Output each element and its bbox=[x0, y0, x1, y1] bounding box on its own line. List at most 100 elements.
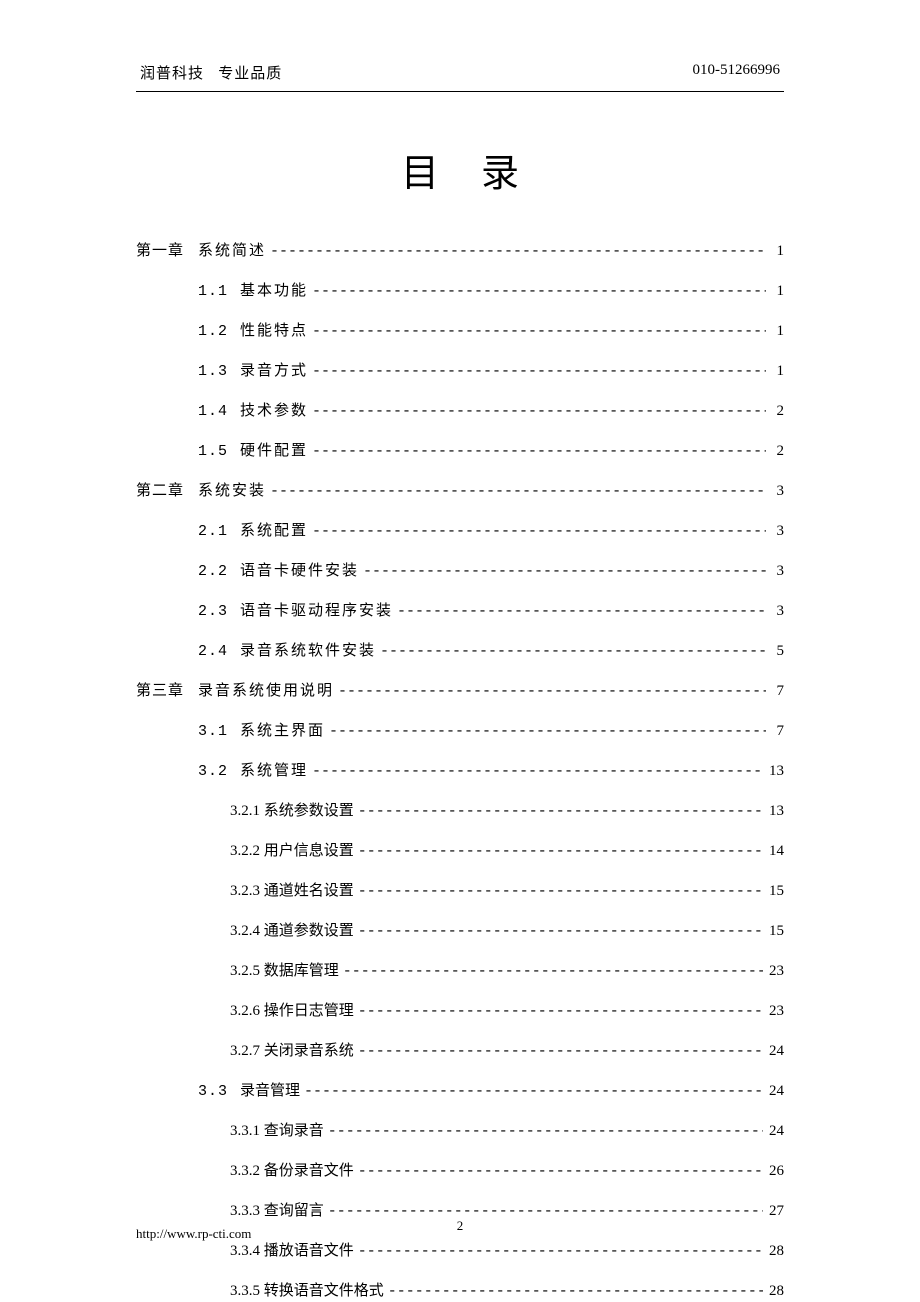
toc-leader bbox=[358, 883, 763, 900]
toc-leader bbox=[358, 1243, 763, 1260]
toc-entry: 3.2.3 通道姓名设置15 bbox=[136, 879, 784, 900]
toc-leader bbox=[328, 1123, 763, 1140]
toc-label: 3.3.2 备份录音文件 bbox=[230, 1159, 358, 1180]
toc-label: 录音方式 bbox=[240, 359, 312, 380]
toc-page: 3 bbox=[766, 563, 784, 580]
toc-entry: 3.2.6 操作日志管理23 bbox=[136, 999, 784, 1020]
toc-leader bbox=[312, 283, 766, 300]
toc-entry: 3.3录音管理24 bbox=[136, 1079, 784, 1100]
toc-entry: 3.2.5 数据库管理23 bbox=[136, 959, 784, 980]
toc-chapter: 第二章 bbox=[136, 479, 198, 500]
toc-label: 系统安装 bbox=[198, 479, 270, 500]
toc-number: 2.1 bbox=[198, 523, 240, 540]
toc-entry: 3.2.4 通道参数设置 15 bbox=[136, 919, 784, 940]
toc-label: 硬件配置 bbox=[240, 439, 312, 460]
toc-label: 3.3.3 查询留言 bbox=[230, 1199, 328, 1220]
toc-entry: 3.3.2 备份录音文件 26 bbox=[136, 1159, 784, 1180]
toc-number: 1.5 bbox=[198, 443, 240, 460]
toc-page: 13 bbox=[763, 763, 784, 780]
header-phone: 010-51266996 bbox=[693, 62, 781, 83]
toc-leader bbox=[380, 643, 766, 660]
toc-leader bbox=[312, 363, 766, 380]
toc-leader bbox=[270, 483, 766, 500]
toc-label: 语音卡硬件安装 bbox=[240, 559, 363, 580]
page-footer: 2 http://www.rp-cti.com bbox=[136, 1226, 784, 1242]
toc-page: 13 bbox=[763, 803, 784, 820]
toc-leader bbox=[358, 1163, 763, 1180]
toc-leader bbox=[358, 1043, 763, 1060]
toc-page: 28 bbox=[763, 1283, 784, 1300]
toc-page: 3 bbox=[766, 603, 784, 620]
toc-label: 基本功能 bbox=[240, 279, 312, 300]
toc-page: 26 bbox=[763, 1163, 784, 1180]
header-left: 润普科技 专业品质 bbox=[140, 62, 282, 83]
toc-entry: 1.3录音方式 1 bbox=[136, 359, 784, 380]
toc-leader bbox=[270, 243, 766, 260]
toc-leader bbox=[338, 683, 766, 700]
toc-number: 1.3 bbox=[198, 363, 240, 380]
company-slogan: 专业品质 bbox=[218, 66, 282, 82]
toc-leader bbox=[397, 603, 766, 620]
toc-page: 7 bbox=[766, 723, 784, 740]
toc-number: 3.2 bbox=[198, 763, 240, 780]
toc-page: 3 bbox=[766, 483, 784, 500]
toc-leader bbox=[312, 763, 763, 780]
toc-leader bbox=[358, 843, 763, 860]
toc-label: 录音系统软件安装 bbox=[240, 639, 380, 660]
toc-page: 28 bbox=[763, 1243, 784, 1260]
toc-label: 系统简述 bbox=[198, 239, 270, 260]
toc-page: 7 bbox=[766, 683, 784, 700]
footer-page-number: 2 bbox=[136, 1218, 784, 1234]
toc-label: 录音管理 bbox=[240, 1079, 304, 1100]
page-header: 润普科技 专业品质 010-51266996 bbox=[136, 62, 784, 92]
toc-leader bbox=[312, 443, 766, 460]
toc-entry: 3.1系统主界面7 bbox=[136, 719, 784, 740]
toc-label: 3.2.3 通道姓名设置 bbox=[230, 879, 358, 900]
toc-page: 14 bbox=[763, 843, 784, 860]
toc-label: 录音系统使用说明 bbox=[198, 679, 338, 700]
toc-page: 23 bbox=[763, 1003, 784, 1020]
toc-page: 1 bbox=[766, 363, 784, 380]
toc-chapter: 第三章 bbox=[136, 679, 198, 700]
toc-number: 3.3 bbox=[198, 1083, 240, 1100]
toc-entry: 3.3.4 播放语音文件 28 bbox=[136, 1239, 784, 1260]
toc-entry: 3.3.3 查询留言27 bbox=[136, 1199, 784, 1220]
toc-label: 3.2.7 关闭录音系统 bbox=[230, 1039, 358, 1060]
toc-entry: 1.5硬件配置 2 bbox=[136, 439, 784, 460]
toc-label: 3.2.4 通道参数设置 bbox=[230, 919, 358, 940]
toc-chapter: 第一章 bbox=[136, 239, 198, 260]
toc-entry: 3.3.5 转换语音文件格式28 bbox=[136, 1279, 784, 1300]
toc-page: 5 bbox=[766, 643, 784, 660]
toc-page: 2 bbox=[766, 443, 784, 460]
toc-number: 3.1 bbox=[198, 723, 240, 740]
toc-leader bbox=[358, 803, 763, 820]
toc-page: 1 bbox=[766, 323, 784, 340]
toc-entry: 3.2.1 系统参数设置 13 bbox=[136, 799, 784, 820]
toc-page: 23 bbox=[763, 963, 784, 980]
toc-page: 1 bbox=[766, 243, 784, 260]
toc-label: 3.3.1 查询录音 bbox=[230, 1119, 328, 1140]
toc-page: 15 bbox=[763, 923, 784, 940]
toc-label: 语音卡驱动程序安装 bbox=[240, 599, 397, 620]
toc-leader bbox=[304, 1083, 763, 1100]
toc-entry: 第二章系统安装 3 bbox=[136, 479, 784, 500]
toc-number: 2.3 bbox=[198, 603, 240, 620]
toc-leader bbox=[312, 323, 766, 340]
toc-page: 3 bbox=[766, 523, 784, 540]
toc-entry: 2.4录音系统软件安装5 bbox=[136, 639, 784, 660]
toc-number: 2.2 bbox=[198, 563, 240, 580]
toc-label: 3.2.1 系统参数设置 bbox=[230, 799, 358, 820]
toc-leader bbox=[358, 1003, 763, 1020]
toc-entry: 3.2系统管理13 bbox=[136, 759, 784, 780]
toc-page: 24 bbox=[763, 1043, 784, 1060]
toc-entry: 2.1系统配置 3 bbox=[136, 519, 784, 540]
toc-entry: 3.3.1 查询录音24 bbox=[136, 1119, 784, 1140]
toc-label: 3.3.4 播放语音文件 bbox=[230, 1239, 358, 1260]
toc-entry: 第一章系统简述 1 bbox=[136, 239, 784, 260]
toc-entry: 2.2语音卡硬件安装 3 bbox=[136, 559, 784, 580]
toc-leader bbox=[312, 523, 766, 540]
page-title: 目录 bbox=[136, 142, 784, 197]
toc-label: 性能特点 bbox=[240, 319, 312, 340]
toc-leader bbox=[312, 403, 766, 420]
toc-label: 系统配置 bbox=[240, 519, 312, 540]
